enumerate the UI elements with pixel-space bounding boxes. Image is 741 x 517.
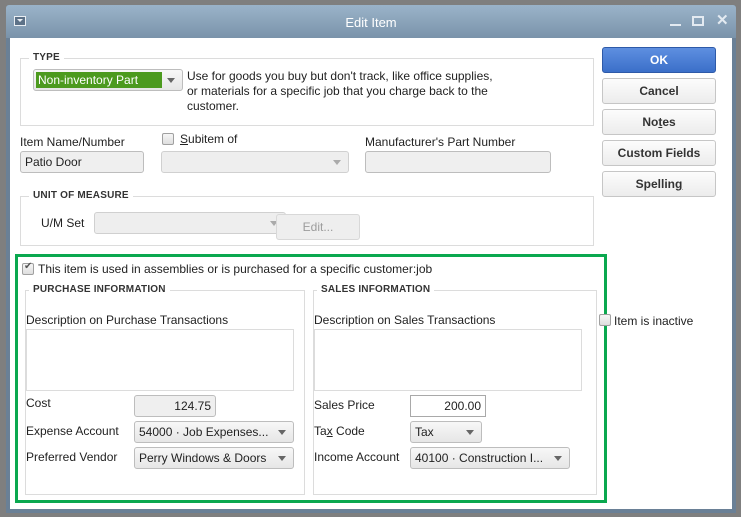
expense-account-dropdown[interactable]: 54000 · Job Expenses... bbox=[134, 421, 294, 443]
chevron-down-icon bbox=[278, 456, 286, 461]
close-icon[interactable]: ✕ bbox=[716, 12, 729, 30]
custom-fields-button[interactable]: Custom Fields bbox=[602, 140, 716, 166]
type-group: TYPE Non-inventory Part Use for goods yo… bbox=[20, 52, 594, 126]
spelling-label-accel: g bbox=[675, 177, 683, 191]
cost-input[interactable]: 124.75 bbox=[134, 395, 216, 417]
income-account-dropdown[interactable]: 40100 · Construction I... bbox=[410, 447, 570, 469]
income-account-label: Income Account bbox=[314, 450, 400, 464]
tax-code-label-pre: Ta bbox=[314, 424, 327, 438]
item-type-dropdown[interactable]: Non-inventory Part bbox=[33, 69, 183, 91]
title-bar[interactable]: Edit Item ✕ bbox=[6, 5, 736, 38]
notes-label-post: es bbox=[662, 115, 676, 129]
sales-desc-label: Description on Sales Transactions bbox=[314, 313, 496, 327]
tax-code-label-post: Code bbox=[332, 424, 365, 438]
item-name-label: Item Name/Number bbox=[20, 135, 125, 149]
notes-button[interactable]: Notes bbox=[602, 109, 716, 135]
sales-price-label: Sales Price bbox=[314, 398, 375, 412]
purchase-desc-label: Description on Purchase Transactions bbox=[26, 313, 229, 327]
cost-label: Cost bbox=[26, 396, 51, 410]
window-title: Edit Item bbox=[345, 15, 397, 30]
cancel-button[interactable]: Cancel bbox=[602, 78, 716, 104]
tax-code-value: Tax bbox=[415, 425, 434, 439]
purchase-description-input[interactable] bbox=[26, 329, 294, 391]
item-inactive-checkbox[interactable] bbox=[599, 314, 611, 326]
chevron-down-icon bbox=[466, 430, 474, 435]
maximize-icon[interactable] bbox=[692, 16, 704, 26]
preferred-vendor-dropdown[interactable]: Perry Windows & Doors bbox=[134, 447, 294, 469]
spelling-button[interactable]: Spelling bbox=[602, 171, 716, 197]
chevron-down-icon bbox=[333, 160, 341, 165]
sales-description-input[interactable] bbox=[314, 329, 582, 391]
dialog-body: TYPE Non-inventory Part Use for goods yo… bbox=[10, 38, 732, 509]
tax-code-label: Tax Code bbox=[314, 424, 365, 438]
uom-edit-button[interactable]: Edit... bbox=[276, 214, 360, 240]
income-account-value: 40100 · Construction I... bbox=[415, 451, 544, 465]
subitem-dropdown[interactable] bbox=[161, 151, 349, 173]
chevron-down-icon bbox=[167, 78, 175, 83]
tax-code-dropdown[interactable]: Tax bbox=[410, 421, 482, 443]
uom-set-dropdown[interactable] bbox=[94, 212, 286, 234]
expense-account-value: 54000 · Job Expenses... bbox=[139, 425, 269, 439]
chevron-down-icon bbox=[278, 430, 286, 435]
uom-group-label: UNIT OF MEASURE bbox=[29, 190, 133, 201]
subitem-label-accel: S bbox=[180, 132, 189, 146]
preferred-vendor-label: Preferred Vendor bbox=[26, 450, 118, 464]
assembly-checkbox[interactable] bbox=[22, 261, 34, 275]
chevron-down-icon bbox=[554, 456, 562, 461]
type-group-label: TYPE bbox=[29, 52, 64, 63]
mfr-part-input[interactable] bbox=[365, 151, 551, 173]
ok-button[interactable]: OK bbox=[602, 47, 716, 73]
item-inactive-label: Item is inactive bbox=[614, 314, 694, 328]
type-description: Use for goods you buy but don't track, l… bbox=[187, 69, 493, 113]
spelling-label-pre: Spellin bbox=[635, 177, 675, 191]
sales-group-label: SALES INFORMATION bbox=[317, 284, 435, 295]
edit-item-window: Edit Item ✕ TYPE Non-inventory Part Use … bbox=[6, 5, 736, 513]
expense-account-label: Expense Account bbox=[26, 424, 119, 438]
item-name-input[interactable]: Patio Door bbox=[20, 151, 144, 173]
subitem-label: Subitem of bbox=[180, 132, 237, 146]
subitem-label-rest: ubitem of bbox=[188, 132, 238, 146]
minimize-icon[interactable] bbox=[670, 12, 682, 30]
preferred-vendor-value: Perry Windows & Doors bbox=[139, 451, 267, 465]
purchase-group-label: PURCHASE INFORMATION bbox=[29, 284, 170, 295]
item-type-selected: Non-inventory Part bbox=[36, 72, 162, 88]
assembly-label: This item is used in assemblies or is pu… bbox=[38, 262, 433, 276]
uom-set-label: U/M Set bbox=[41, 216, 85, 230]
sales-price-input[interactable]: 200.00 bbox=[410, 395, 486, 417]
mfr-part-label: Manufacturer's Part Number bbox=[365, 135, 516, 149]
notes-label-pre: No bbox=[642, 115, 659, 129]
subitem-checkbox[interactable] bbox=[162, 133, 174, 145]
